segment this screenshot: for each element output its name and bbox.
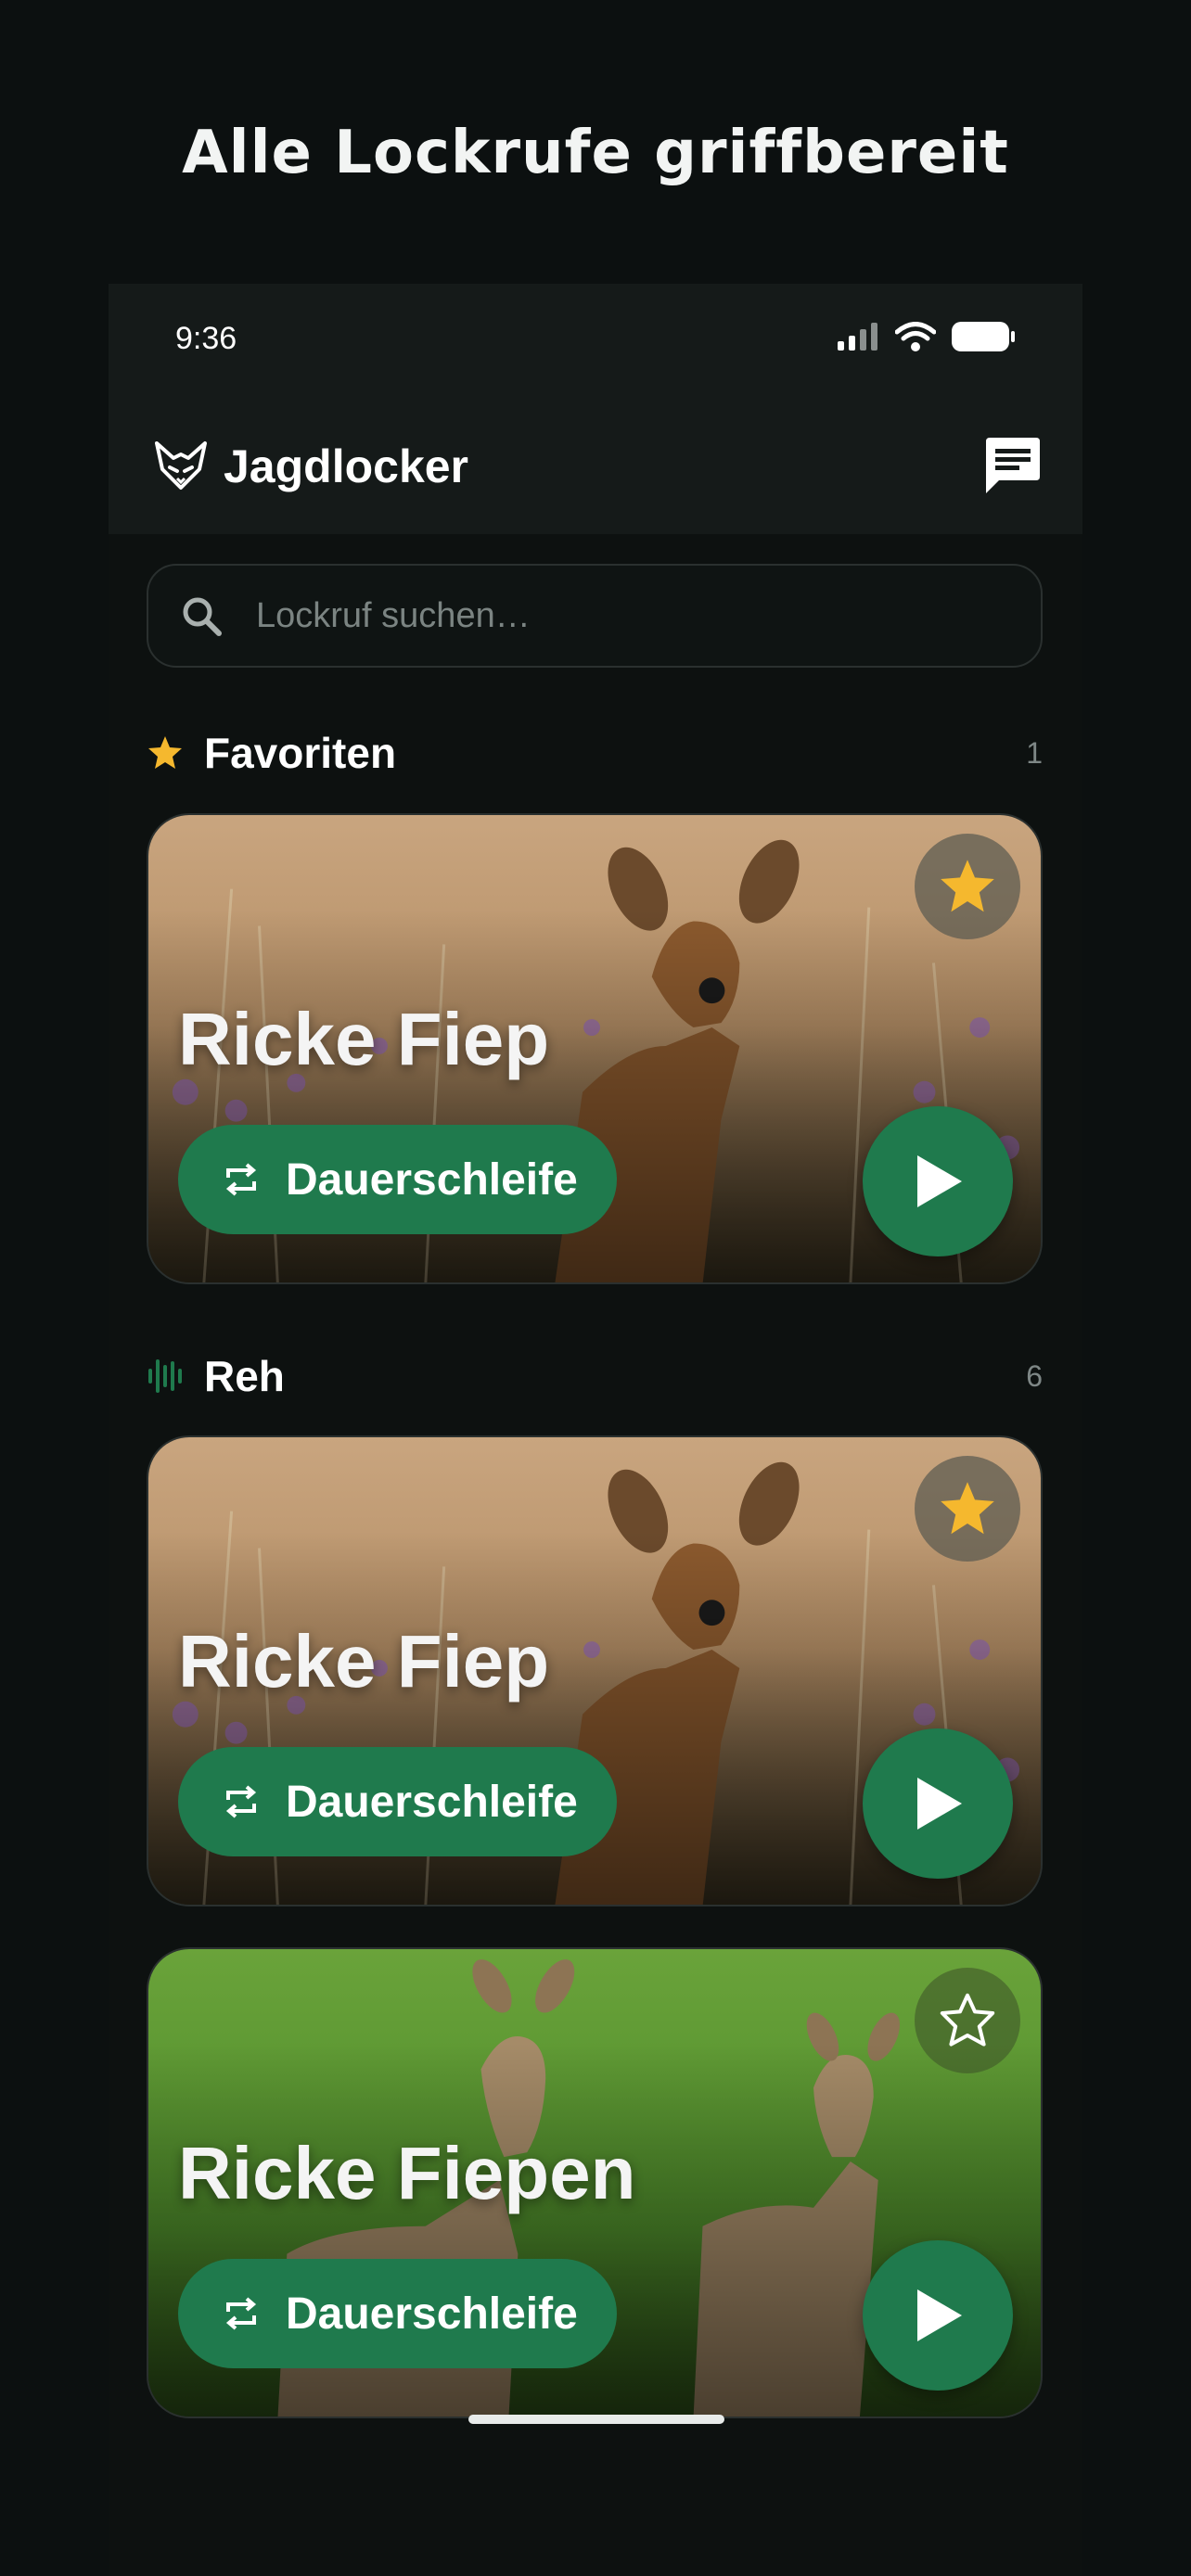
loop-button[interactable]: Dauerschleife [178, 1747, 617, 1856]
home-indicator[interactable] [468, 2415, 724, 2424]
card-title: Ricke Fiepen [178, 2132, 636, 2214]
loop-button[interactable]: Dauerschleife [178, 2259, 617, 2368]
status-time: 9:36 [175, 321, 237, 356]
card-title: Ricke Fiep [178, 998, 550, 1080]
section-header-reh: Reh 6 [147, 1348, 1043, 1404]
wifi-icon [895, 322, 936, 351]
sound-card[interactable]: Ricke Fiep Dauerschleife [147, 1435, 1043, 1906]
section-header-favoriten: Favoriten 1 [147, 725, 1043, 781]
repeat-icon [225, 1163, 257, 1196]
phone-screen: 9:36 Jagdlocker Lockruf suchen… Favorite… [109, 284, 1082, 2576]
repeat-icon [225, 1785, 257, 1818]
star-outline-icon [940, 1993, 995, 2047]
promo-headline: Alle Lockrufe griffbereit [182, 119, 1009, 187]
app-title: Jagdlocker [224, 440, 469, 492]
signal-icon [838, 323, 877, 351]
fox-head-icon [155, 441, 207, 490]
star-filled-icon [941, 1482, 994, 1535]
battery-icon [952, 322, 1015, 351]
status-icons [838, 321, 1016, 352]
card-title: Ricke Fiep [178, 1620, 550, 1702]
play-button[interactable] [863, 2240, 1013, 2391]
top-bar: 9:36 Jagdlocker [109, 284, 1082, 534]
search-input[interactable] [254, 594, 1041, 637]
section-count: 1 [1026, 735, 1043, 770]
section-count: 6 [1026, 1358, 1043, 1393]
play-button[interactable] [863, 1728, 1013, 1879]
loop-label: Dauerschleife [286, 2289, 578, 2339]
star-icon [148, 736, 182, 769]
loop-button[interactable]: Dauerschleife [178, 1125, 617, 1234]
star-filled-icon [941, 860, 994, 912]
soundwave-icon [148, 1359, 182, 1393]
search-bar[interactable] [147, 564, 1043, 668]
play-icon [917, 1778, 962, 1830]
repeat-icon [225, 2297, 257, 2330]
search-icon [183, 597, 222, 636]
section-title: Reh [204, 1352, 285, 1400]
play-icon [917, 2289, 962, 2341]
play-icon [917, 1155, 962, 1207]
chat-icon[interactable] [982, 436, 1044, 497]
favorite-toggle[interactable] [915, 1456, 1020, 1562]
favorite-toggle[interactable] [915, 1968, 1020, 2073]
sound-card[interactable]: Ricke Fiep Dauerschleife [147, 813, 1043, 1284]
loop-label: Dauerschleife [286, 1154, 578, 1205]
section-title: Favoriten [204, 729, 397, 777]
play-button[interactable] [863, 1106, 1013, 1256]
loop-label: Dauerschleife [286, 1777, 578, 1827]
favorite-toggle[interactable] [915, 834, 1020, 939]
sound-card[interactable]: Ricke Fiepen Dauerschleife [147, 1947, 1043, 2418]
